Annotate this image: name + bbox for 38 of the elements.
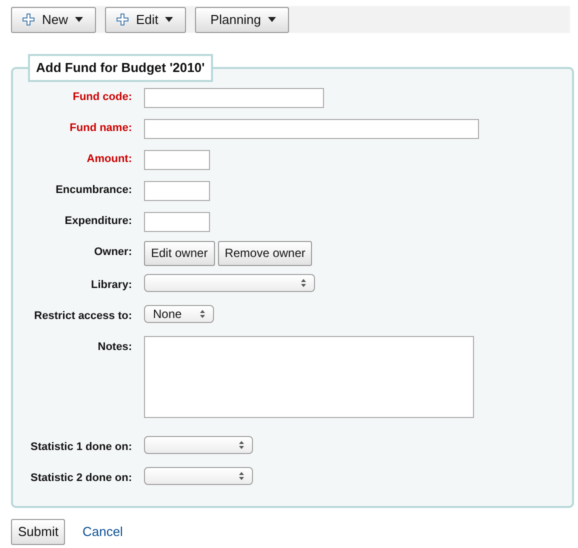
select-dropdown[interactable] [144,274,315,292]
caret-icon [268,17,276,22]
field-label: Encumbrance: [54,182,132,198]
caret-icon [165,17,174,22]
field-label: Owner: [93,244,132,260]
toolbar-button[interactable]: Edit [105,6,186,32]
field-label: Fund name: [68,120,132,136]
field-label: Library: [90,278,132,292]
form-legend: Add Fund for Budget '2010' [28,54,213,82]
field-label: Expenditure: [64,214,132,228]
caret-icon [75,17,84,22]
field-label: Statistic 1 done on: [30,440,132,454]
updown-arrows-icon [239,472,244,480]
updown-arrows-icon [239,440,244,448]
field-label: Fund code: [72,90,132,104]
select-dropdown[interactable] [144,436,253,454]
text-field[interactable] [144,150,210,170]
plus-icon [22,13,35,26]
field-label: Amount: [86,152,132,166]
plus-icon [116,13,130,26]
submit-button[interactable]: Submit [11,518,66,544]
toolbar-button[interactable]: Planning [195,6,290,32]
cancel-link[interactable]: Cancel [82,522,123,542]
select-dropdown[interactable]: None [144,304,214,322]
text-field[interactable] [144,118,479,138]
field-label: Restrict access to: [33,308,132,324]
text-field[interactable] [144,88,324,108]
field-label: Statistic 2 done on: [30,470,132,486]
field-label: Notes: [96,340,132,354]
select-dropdown[interactable] [144,466,253,484]
toolbar-button[interactable]: New [11,6,96,32]
owner-button[interactable]: Remove owner [218,240,312,266]
owner-button[interactable]: Edit owner [144,240,215,266]
text-field[interactable] [144,180,210,200]
notes-field[interactable] [144,336,474,418]
text-field[interactable] [144,212,210,232]
updown-arrows-icon [301,278,306,286]
updown-arrows-icon [200,310,205,318]
